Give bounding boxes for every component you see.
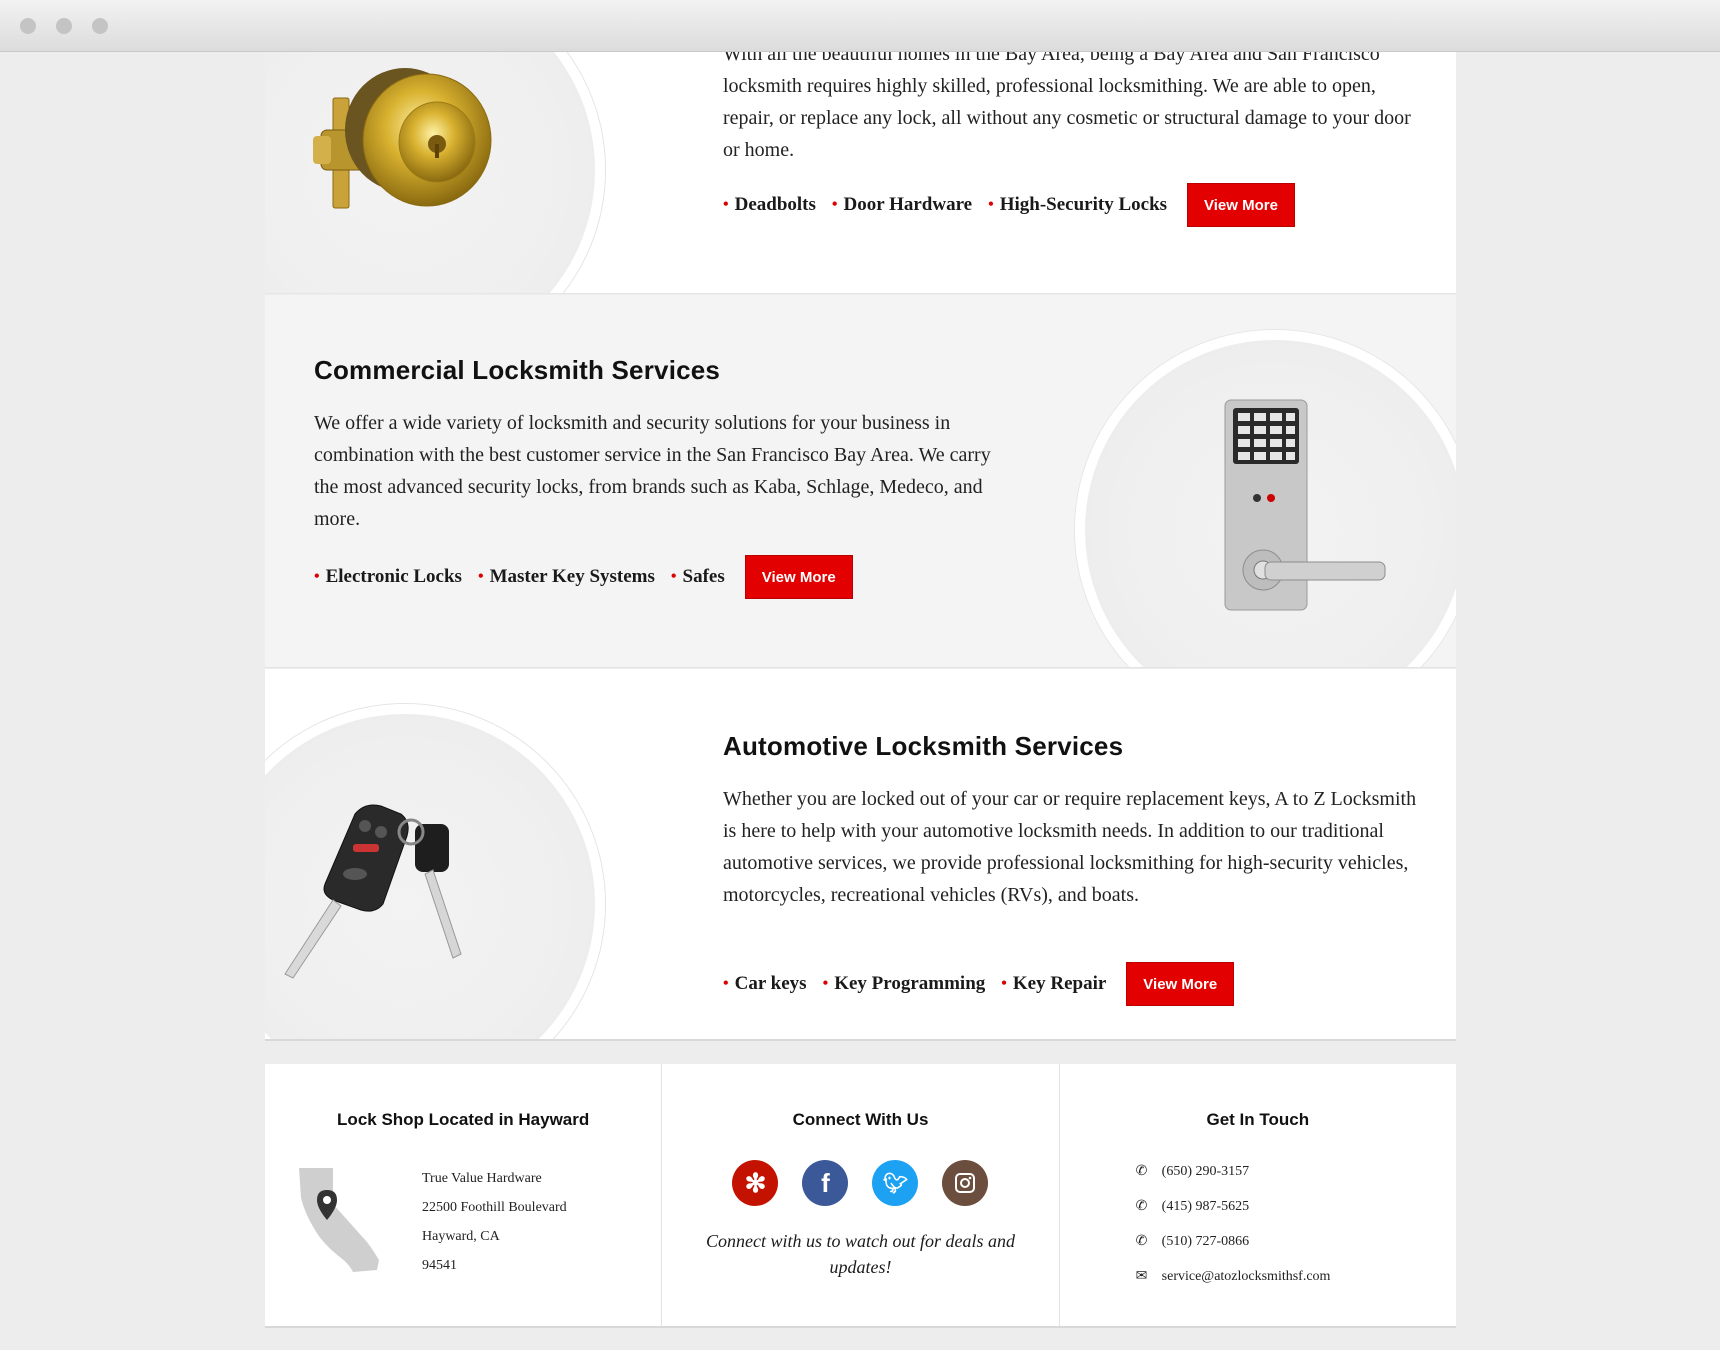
address-line: Hayward, CA xyxy=(422,1229,500,1244)
tag-door-hardware: • Door Hardware xyxy=(831,194,973,215)
automotive-view-more-button[interactable]: View More xyxy=(1126,962,1235,1006)
connect-heading: Connect With Us xyxy=(792,1110,929,1129)
automotive-title: Automotive Locksmith Services xyxy=(723,731,1124,761)
residential-view-more-button[interactable]: View More xyxy=(1187,183,1295,227)
commercial-title: Commercial Locksmith Services xyxy=(314,355,721,385)
window-close-dot[interactable] xyxy=(20,18,36,34)
residential-tags: • Deadbolts • Door Hardware • High-Security… xyxy=(723,183,1295,227)
tag-high-security-locks: • High-Security Locks xyxy=(988,194,1168,215)
contact-list: ✆ (650) 290-3157 ✆ (415) 987-5625 ✆ (510) 7… xyxy=(1136,1154,1331,1294)
email-row[interactable]: ✉ service@atozlocksmithsf.com xyxy=(1136,1259,1331,1294)
residential-description: With all the beautiful homes in the Bay … xyxy=(723,43,1411,161)
keypad-lock-image-circle xyxy=(1075,330,1456,667)
footer-contact: Get In Touch ✆ (650) 290-3157 ✆ (415) 987-… xyxy=(1060,1064,1456,1326)
address-line: 22500 Foothill Boulevard xyxy=(422,1200,567,1215)
phone-icon: ✆ xyxy=(1135,1164,1148,1179)
automotive-description: Whether you are locked out of your car o… xyxy=(723,788,1417,906)
commercial-section: Commercial Locksmith Services We offer a… xyxy=(265,295,1456,668)
footer-location: Lock Shop Located in Hayward True Value … xyxy=(265,1064,663,1326)
car-keys-image xyxy=(284,804,462,979)
phone-icon: ✆ xyxy=(1135,1199,1148,1214)
tag-safes: • Safes xyxy=(670,566,725,587)
address-line: True Value Hardware xyxy=(422,1171,542,1186)
tag-deadbolts: • Deadbolts xyxy=(723,194,816,215)
window-minimize-dot[interactable] xyxy=(56,18,72,34)
twitter-icon[interactable]: 🐦︎ xyxy=(872,1160,919,1206)
keypad-lock-image xyxy=(1224,399,1386,611)
tag-key-programming: • Key Programming xyxy=(822,973,986,994)
shop-address: True Value Hardware 22500 Foothill Boule… xyxy=(422,1164,567,1280)
envelope-icon: ✉ xyxy=(1135,1269,1148,1284)
footer-connect: Connect With Us ✻ f 🐦︎ Connect with us t… xyxy=(662,1064,1060,1326)
address-line: 94541 xyxy=(422,1258,457,1273)
facebook-icon[interactable]: f xyxy=(802,1160,849,1206)
commercial-tags: • Electronic Locks • Master Key Systems • S… xyxy=(314,555,853,599)
yelp-icon[interactable]: ✻ xyxy=(732,1160,779,1206)
contact-heading: Get In Touch xyxy=(1206,1110,1310,1129)
california-map-icon xyxy=(299,1168,379,1272)
location-heading: Lock Shop Located in Hayward xyxy=(337,1110,590,1129)
phone-icon: ✆ xyxy=(1135,1234,1148,1249)
instagram-icon[interactable] xyxy=(942,1160,989,1206)
phone-row[interactable]: ✆ (650) 290-3157 xyxy=(1136,1154,1331,1189)
tag-car-keys: • Car keys xyxy=(723,973,807,994)
connect-tagline: Connect with us to watch out for deals a… xyxy=(705,1231,1015,1277)
social-icons: ✻ f 🐦︎ xyxy=(662,1160,1058,1206)
automotive-section: Automotive Locksmith Services Whether yo… xyxy=(265,669,1456,1041)
commercial-description: We offer a wide variety of locksmith and… xyxy=(314,412,991,530)
tag-master-key-systems: • Master Key Systems xyxy=(477,566,655,587)
phone-row[interactable]: ✆ (415) 987-5625 xyxy=(1136,1189,1331,1224)
phone-row[interactable]: ✆ (510) 727-0866 xyxy=(1136,1224,1331,1259)
car-keys-image-circle xyxy=(265,704,605,1039)
automotive-tags: • Car keys • Key Programming • Key Repair V… xyxy=(723,962,1235,1006)
footer: Lock Shop Located in Hayward True Value … xyxy=(265,1064,1456,1328)
tag-electronic-locks: • Electronic Locks xyxy=(314,566,462,587)
commercial-view-more-button[interactable]: View More xyxy=(744,555,853,599)
browser-chrome xyxy=(0,0,1720,52)
tag-key-repair: • Key Repair xyxy=(1001,973,1107,994)
window-maximize-dot[interactable] xyxy=(92,18,108,34)
